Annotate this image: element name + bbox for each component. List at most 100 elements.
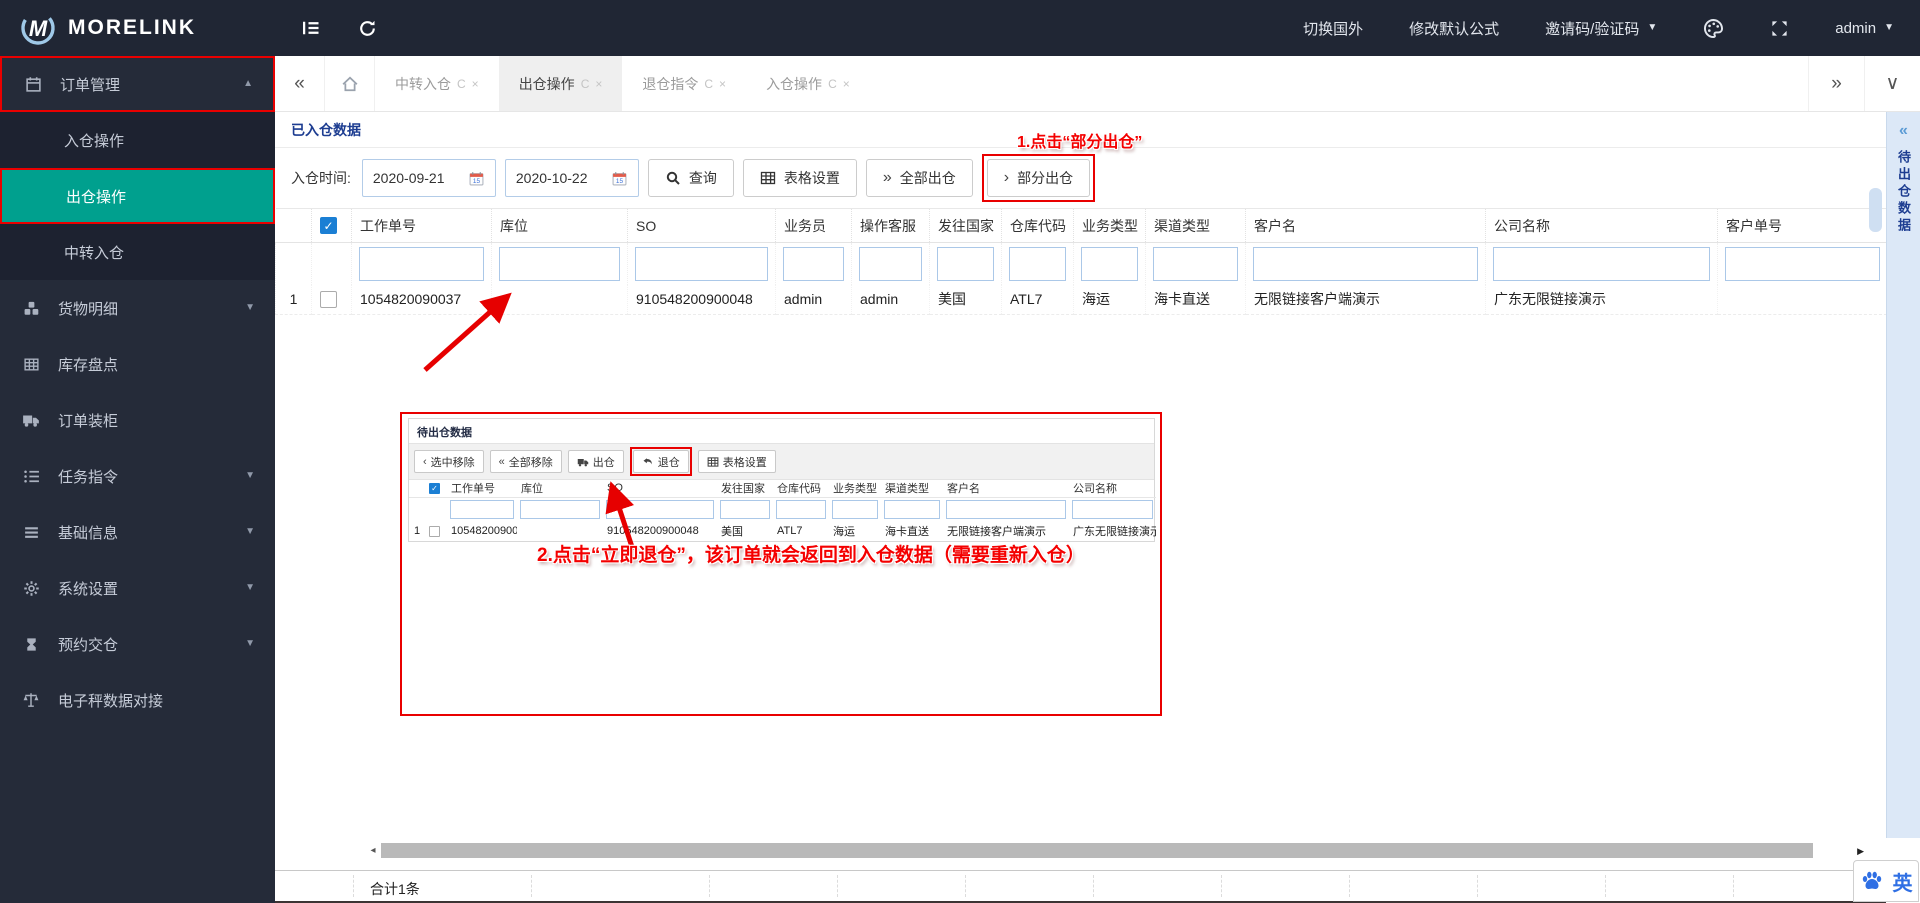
- tab-refresh-icon[interactable]: C: [704, 77, 713, 91]
- filter-input[interactable]: [450, 499, 514, 519]
- user-dropdown[interactable]: admin ▼: [1835, 20, 1894, 37]
- column-header[interactable]: SO: [603, 480, 717, 498]
- filter-input[interactable]: [635, 246, 768, 281]
- select-all-checkbox[interactable]: ✓: [429, 482, 440, 494]
- inner-table-settings-button[interactable]: 表格设置: [697, 450, 776, 473]
- filter-input[interactable]: [359, 246, 484, 281]
- tab-close-icon[interactable]: ×: [472, 77, 479, 91]
- tab-refresh-icon[interactable]: C: [457, 77, 466, 91]
- vertical-scrollbar-thumb[interactable]: [1869, 188, 1882, 232]
- panel-expand-icon[interactable]: «: [1899, 122, 1908, 140]
- column-header[interactable]: 渠道类型: [1145, 208, 1246, 243]
- sidebar-item-appointment[interactable]: 预约交仓 ▼: [0, 616, 275, 672]
- tab-close-icon[interactable]: ×: [843, 77, 850, 91]
- column-header[interactable]: 客户名: [1245, 208, 1486, 243]
- theme-palette-icon[interactable]: [1703, 18, 1724, 39]
- filter-input[interactable]: [1493, 246, 1710, 281]
- invite-code-dropdown[interactable]: 邀请码/验证码 ▼: [1545, 18, 1657, 39]
- table-row[interactable]: 1 1054820090037 910548200900048 admin ad…: [275, 284, 1887, 315]
- tab-transit-in[interactable]: 中转入仓 C ×: [375, 56, 499, 111]
- table-settings-button[interactable]: 表格设置: [742, 159, 857, 197]
- filter-input[interactable]: [859, 246, 922, 281]
- sidebar-item-order-mgmt[interactable]: 订单管理 ▲: [0, 56, 275, 112]
- column-header[interactable]: 公司名称: [1069, 480, 1156, 498]
- ime-indicator[interactable]: 英: [1853, 860, 1919, 902]
- tab-close-icon[interactable]: ×: [595, 77, 602, 91]
- filter-input[interactable]: [1725, 246, 1880, 281]
- filter-input[interactable]: [937, 246, 994, 281]
- sidebar-toggle-icon[interactable]: [291, 8, 331, 48]
- calendar-picker-icon[interactable]: 15: [469, 171, 484, 186]
- tab-in-warehouse-op[interactable]: 入仓操作 C ×: [746, 56, 870, 111]
- scrollbar-left-arrow[interactable]: ◂: [365, 845, 381, 856]
- column-header[interactable]: 工作单号: [351, 208, 492, 243]
- sidebar-item-sys-settings[interactable]: 系统设置 ▼: [0, 560, 275, 616]
- tabs-scroll-right-button[interactable]: »: [1808, 56, 1864, 111]
- sidebar-item-goods-detail[interactable]: 货物明细 ▼: [0, 280, 275, 336]
- sidebar-item-transit-in[interactable]: 中转入仓: [0, 224, 275, 280]
- home-tab-button[interactable]: [325, 56, 375, 111]
- date-from-field[interactable]: 15: [361, 159, 496, 197]
- select-all-checkbox[interactable]: ✓: [320, 217, 337, 235]
- date-to-field[interactable]: 15: [504, 159, 639, 197]
- filter-input[interactable]: [946, 499, 1066, 519]
- column-header[interactable]: 发往国家: [929, 208, 1002, 243]
- column-header[interactable]: 业务员: [775, 208, 852, 243]
- column-header[interactable]: 客户名: [943, 480, 1069, 498]
- filter-input[interactable]: [1253, 246, 1478, 281]
- column-header[interactable]: 渠道类型: [881, 480, 943, 498]
- column-header[interactable]: 库位: [517, 480, 603, 498]
- filter-input[interactable]: [783, 246, 844, 281]
- filter-input[interactable]: [884, 499, 940, 519]
- filter-input[interactable]: [1009, 246, 1066, 281]
- return-warehouse-button[interactable]: 退仓: [632, 450, 689, 473]
- scrollbar-thumb[interactable]: [381, 842, 1813, 858]
- switch-overseas-link[interactable]: 切换国外: [1303, 18, 1363, 39]
- date-to-input[interactable]: [515, 170, 608, 186]
- calendar-picker-icon[interactable]: 15: [612, 171, 627, 186]
- sidebar-item-inventory-check[interactable]: 库存盘点: [0, 336, 275, 392]
- tab-refresh-icon[interactable]: C: [828, 77, 837, 91]
- tab-refresh-icon[interactable]: C: [581, 77, 590, 91]
- filter-input[interactable]: [1072, 499, 1153, 519]
- row-checkbox[interactable]: [429, 525, 440, 537]
- pending-out-side-panel[interactable]: « 待出仓数据: [1886, 112, 1920, 838]
- filter-input[interactable]: [1081, 246, 1138, 281]
- column-header[interactable]: 仓库代码: [773, 480, 829, 498]
- column-header[interactable]: 客户单号: [1717, 208, 1887, 243]
- remove-selected-button[interactable]: ‹ 选中移除: [414, 450, 484, 473]
- table-row[interactable]: 1 1054820090037 910548200900048 美国 ATL7 …: [409, 521, 1156, 541]
- filter-input[interactable]: [1153, 246, 1238, 281]
- column-header[interactable]: SO: [627, 208, 776, 243]
- column-header[interactable]: 仓库代码: [1001, 208, 1074, 243]
- column-header[interactable]: 发往国家: [717, 480, 773, 498]
- modify-formula-link[interactable]: 修改默认公式: [1409, 18, 1499, 39]
- filter-input[interactable]: [776, 499, 826, 519]
- tabs-scroll-left-button[interactable]: «: [275, 56, 325, 111]
- sidebar-item-task-cmd[interactable]: 任务指令 ▼: [0, 448, 275, 504]
- column-header[interactable]: 业务类型: [1073, 208, 1146, 243]
- sidebar-item-out-warehouse-op[interactable]: 出仓操作: [0, 168, 275, 224]
- filter-input[interactable]: [606, 499, 714, 519]
- filter-input[interactable]: [832, 499, 878, 519]
- column-header[interactable]: 库位: [491, 208, 628, 243]
- all-out-button[interactable]: » 全部出仓: [865, 159, 973, 197]
- tabs-menu-chevron-down-icon[interactable]: ∨: [1864, 56, 1920, 111]
- column-header[interactable]: 公司名称: [1485, 208, 1718, 243]
- sidebar-item-in-warehouse-op[interactable]: 入仓操作: [0, 112, 275, 168]
- refresh-icon[interactable]: [347, 8, 387, 48]
- row-checkbox[interactable]: [320, 291, 337, 309]
- remove-all-button[interactable]: « 全部移除: [489, 450, 562, 473]
- tab-out-warehouse-op[interactable]: 出仓操作 C ×: [498, 56, 623, 111]
- sidebar-item-escale-data[interactable]: 电子秤数据对接: [0, 672, 275, 728]
- sidebar-item-order-loading[interactable]: 订单装柜: [0, 392, 275, 448]
- tab-return-instruction[interactable]: 退仓指令 C ×: [622, 56, 746, 111]
- date-from-input[interactable]: [372, 170, 465, 186]
- column-header[interactable]: 操作客服: [851, 208, 930, 243]
- tab-close-icon[interactable]: ×: [719, 77, 726, 91]
- filter-input[interactable]: [520, 499, 600, 519]
- out-warehouse-button[interactable]: 出仓: [567, 450, 624, 473]
- filter-input[interactable]: [720, 499, 770, 519]
- partial-out-button[interactable]: › 部分出仓: [986, 159, 1091, 197]
- filter-input[interactable]: [499, 246, 620, 281]
